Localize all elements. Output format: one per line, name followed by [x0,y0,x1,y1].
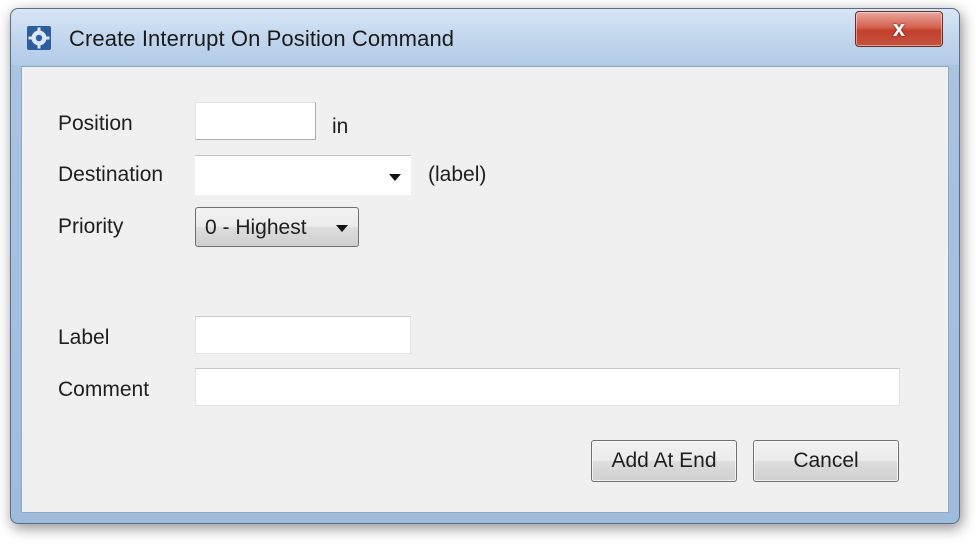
destination-hint: (label) [428,163,487,186]
label-input[interactable] [195,316,411,354]
close-icon: x [892,16,906,41]
chevron-down-icon [336,225,348,232]
gear-icon [27,26,51,50]
position-input[interactable] [195,102,316,140]
chevron-down-icon [389,174,401,181]
priority-value: 0 - Highest [205,216,307,239]
close-button[interactable]: x [855,11,943,47]
dialog-window: Create Interrupt On Position Command x P… [10,8,960,524]
position-label: Position [58,112,133,135]
comment-input[interactable] [195,368,900,406]
destination-combo[interactable] [195,155,411,195]
label-field-label: Label [58,326,110,349]
window-title: Create Interrupt On Position Command [69,26,455,51]
comment-label: Comment [58,378,150,401]
add-at-end-button[interactable]: Add At End [591,440,737,482]
cancel-button[interactable]: Cancel [753,440,899,482]
priority-dropdown[interactable]: 0 - Highest [195,207,359,247]
position-unit: in [332,115,349,138]
priority-label: Priority [58,215,124,238]
dialog-body: Position in Destination (label) Priority… [21,66,949,513]
title-bar[interactable]: Create Interrupt On Position Command x [11,9,959,65]
destination-label: Destination [58,163,164,186]
